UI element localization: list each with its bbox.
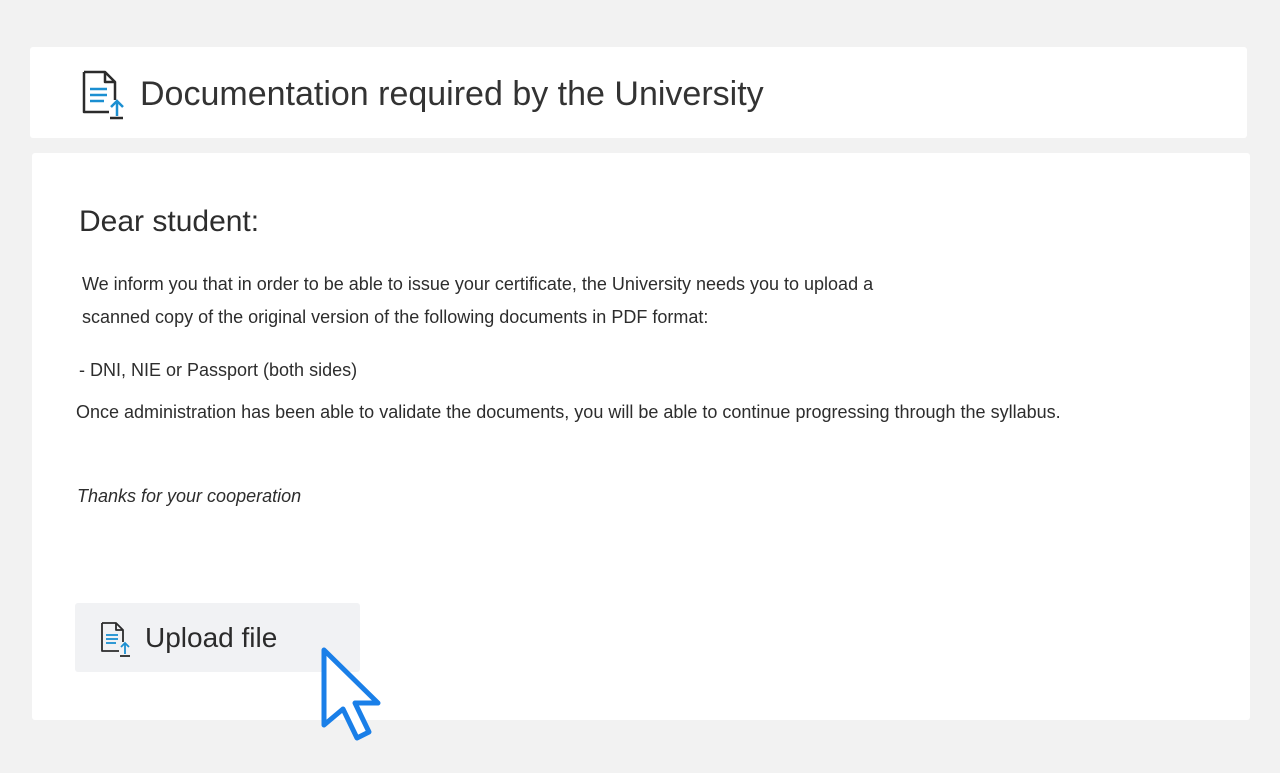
- greeting: Dear student:: [79, 205, 260, 238]
- info-paragraph-line-2: scanned copy of the original version of …: [82, 307, 709, 327]
- thanks-text: Thanks for your cooperation: [77, 486, 302, 506]
- page-title: Documentation required by the University: [140, 75, 764, 113]
- upload-file-label: Upload file: [145, 622, 278, 653]
- document-upload-icon: [101, 622, 130, 657]
- arrow-cursor-icon: [321, 647, 381, 741]
- document-list-item: - DNI, NIE or Passport (both sides): [79, 360, 358, 380]
- document-upload-icon: [82, 70, 124, 120]
- info-paragraph-line-1: We inform you that in order to be able t…: [82, 274, 874, 294]
- validation-note: Once administration has been able to val…: [76, 402, 1061, 422]
